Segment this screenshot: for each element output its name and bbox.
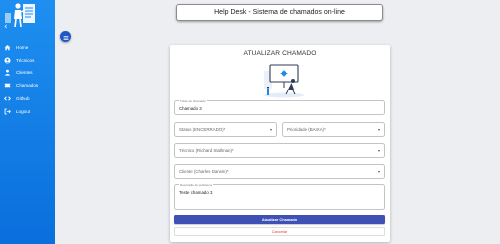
priority-select[interactable]: Prioridade (BAIXA)*: [282, 122, 385, 137]
description-value: Teste chamado 3: [179, 190, 213, 195]
priority-select-value: Prioridade (BAIXA)*: [287, 127, 326, 132]
chevron-down-icon: [378, 170, 380, 173]
sidebar-item-tecnicos[interactable]: Técnicos: [0, 54, 55, 67]
sidebar-item-chamados[interactable]: Chamados: [0, 79, 55, 92]
update-ticket-button[interactable]: Atualizar Chamado: [174, 215, 385, 224]
sidebar-item-label: Logout: [16, 108, 31, 114]
sidebar: ‹ Home Técnicos Clientes Chamados Github…: [0, 0, 55, 244]
client-select-value: Cliente (Charles Darwin)*: [179, 169, 229, 174]
cancel-button[interactable]: Cancelar: [174, 227, 385, 236]
form-title: ATUALIZAR CHAMADO: [243, 50, 317, 57]
user-badge-icon: [4, 57, 11, 64]
sidebar-item-label: Home: [16, 44, 29, 50]
status-select[interactable]: Status (ENCERRADO)*: [174, 122, 277, 137]
logo-illustration: [3, 1, 39, 31]
chevron-down-icon: [270, 128, 272, 131]
sidebar-item-label: Chamados: [16, 83, 39, 89]
logout-icon: [4, 108, 11, 115]
home-icon: [4, 44, 11, 51]
description-textarea[interactable]: Descrição do problema Teste chamado 3: [174, 182, 385, 210]
collapse-icon[interactable]: ‹: [4, 23, 8, 32]
sidebar-item-logout[interactable]: Logout: [0, 105, 55, 118]
person-icon: [4, 69, 11, 77]
chevron-down-icon: [378, 128, 380, 131]
description-label: Descrição do problema: [179, 182, 213, 187]
cancel-button-label: Cancelar: [271, 229, 288, 234]
status-select-value: Status (ENCERRADO)*: [179, 127, 226, 132]
title-field-label: Título do chamado: [179, 98, 207, 103]
form-illustration: [258, 61, 308, 99]
ticket-icon: [4, 82, 11, 89]
hamburger-icon: [63, 28, 69, 46]
sidebar-item-clientes[interactable]: Clientes: [0, 67, 55, 80]
sidebar-item-github[interactable]: Github: [0, 92, 55, 105]
page-title: Help Desk - Sistema de chamados on-line: [214, 9, 345, 16]
header-banner: Help Desk - Sistema de chamados on-line: [176, 4, 383, 21]
update-ticket-button-label: Atualizar Chamado: [261, 217, 298, 222]
technician-select-value: Técnico (Richard Stallman)*: [179, 148, 234, 153]
chevron-down-icon: [378, 149, 380, 152]
sidebar-item-label: Técnicos: [16, 57, 35, 63]
title-field-value: Chamado 3: [179, 106, 202, 111]
sidebar-menu: Home Técnicos Clientes Chamados Github L…: [0, 41, 55, 118]
client-select[interactable]: Cliente (Charles Darwin)*: [174, 164, 385, 179]
sidebar-item-label: Github: [16, 96, 30, 102]
technician-select[interactable]: Técnico (Richard Stallman)*: [174, 143, 385, 158]
title-field[interactable]: Título do chamado Chamado 3: [174, 98, 385, 115]
menu-toggle-button[interactable]: [60, 31, 71, 42]
update-ticket-form: ATUALIZAR CHAMADO Título do chamado Cham…: [170, 45, 390, 242]
code-icon: [4, 95, 11, 102]
sidebar-item-label: Clientes: [16, 70, 33, 76]
sidebar-item-home[interactable]: Home: [0, 41, 55, 54]
